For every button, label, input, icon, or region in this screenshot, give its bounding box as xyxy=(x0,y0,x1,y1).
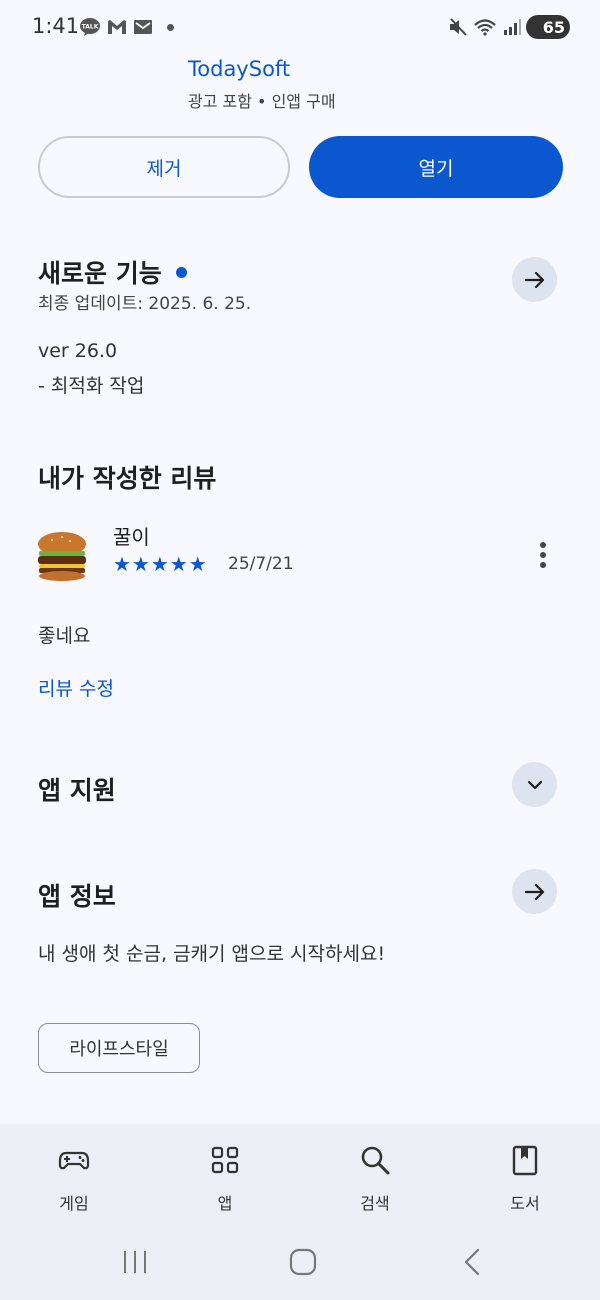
app-description: 내 생애 첫 순금, 금캐기 앱으로 시작하세요! xyxy=(38,943,386,965)
nav-books[interactable]: 도서 xyxy=(455,1124,595,1234)
status-time: 1:41 xyxy=(32,14,80,38)
battery-level: 65 xyxy=(542,17,565,37)
back-icon[interactable] xyxy=(458,1248,488,1276)
apps-grid-icon xyxy=(211,1146,239,1174)
review-author: 꿀이 xyxy=(113,525,150,549)
nav-label: 앱 xyxy=(217,1194,233,1213)
book-icon xyxy=(512,1145,538,1176)
avatar xyxy=(38,532,86,581)
nav-games[interactable]: 게임 xyxy=(4,1124,144,1234)
arrow-right-icon xyxy=(524,271,544,288)
category-chip[interactable]: 라이프스타일 xyxy=(38,1023,200,1073)
talk-icon: TALK xyxy=(80,18,100,36)
nav-label: 검색 xyxy=(360,1194,390,1213)
chevron-down-icon xyxy=(527,780,542,789)
notification-dot-icon xyxy=(167,24,174,31)
wifi-icon xyxy=(474,19,496,36)
mute-icon xyxy=(450,18,467,36)
developer-link[interactable]: TodaySoft xyxy=(188,57,290,81)
last-updated: 최종 업데이트: 2025. 6. 25. xyxy=(38,294,252,314)
signal-icon xyxy=(504,19,521,35)
recent-apps-icon[interactable] xyxy=(120,1248,150,1276)
star-rating: ★★★★★ xyxy=(113,552,208,576)
svg-text:TALK: TALK xyxy=(82,24,99,31)
gmail-icon xyxy=(108,20,126,34)
nav-apps[interactable]: 앱 xyxy=(155,1124,295,1234)
edit-review-link[interactable]: 리뷰 수정 xyxy=(38,674,114,701)
bottom-navigation: 게임 앱 검색 도서 xyxy=(0,1124,600,1300)
app-support-expand-button[interactable] xyxy=(512,762,557,807)
app-info-title[interactable]: 앱 정보 xyxy=(38,877,116,913)
search-icon xyxy=(361,1146,390,1175)
app-support-title[interactable]: 앱 지원 xyxy=(38,771,116,807)
gamepad-icon xyxy=(58,1151,90,1170)
arrow-right-icon xyxy=(524,883,544,900)
more-options-icon[interactable] xyxy=(532,540,554,570)
nav-label: 도서 xyxy=(510,1194,540,1213)
battery-indicator: 65 xyxy=(526,15,570,39)
app-flags: 광고 포함 • 인앱 구매 xyxy=(188,92,336,111)
review-date: 25/7/21 xyxy=(228,554,294,574)
home-icon[interactable] xyxy=(288,1248,318,1276)
remove-button[interactable]: 제거 xyxy=(38,136,290,198)
nav-label: 게임 xyxy=(59,1194,89,1213)
review-text: 좋네요 xyxy=(38,625,91,647)
whats-new-title: 새로운 기능 xyxy=(38,259,162,288)
nav-search[interactable]: 검색 xyxy=(305,1124,445,1234)
my-review-title: 내가 작성한 리뷰 xyxy=(38,464,217,493)
version-text: ver 26.0 xyxy=(38,340,118,362)
whats-new-arrow-button[interactable] xyxy=(512,257,557,302)
open-button[interactable]: 열기 xyxy=(309,136,563,198)
whats-new-heading[interactable]: 새로운 기능 xyxy=(38,254,187,290)
app-info-arrow-button[interactable] xyxy=(512,869,557,914)
mail-icon xyxy=(134,20,152,34)
release-notes: - 최적화 작업 xyxy=(38,375,145,397)
new-indicator-dot xyxy=(175,266,187,278)
